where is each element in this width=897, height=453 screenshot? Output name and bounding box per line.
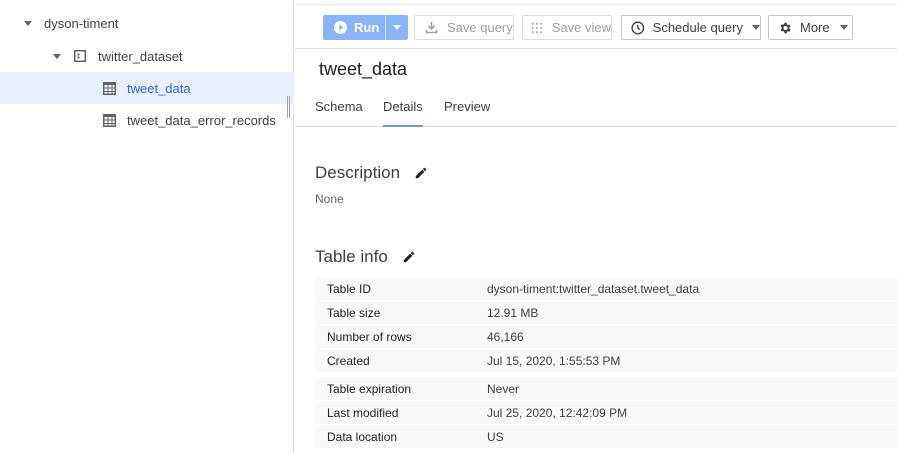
info-value: Jul 15, 2020, 1:55:53 PM [487, 353, 621, 368]
tab-schema[interactable]: Schema [315, 99, 363, 127]
tree-item-dataset[interactable]: twitter_dataset [0, 40, 294, 72]
table-row: Table size 12.91 MB [315, 301, 897, 325]
save-query-button[interactable]: Save query [414, 15, 514, 40]
info-key: Table ID [327, 281, 372, 296]
dataset-label: twitter_dataset [98, 48, 183, 64]
explorer-panel: dyson-timent twitter_dataset tweet_data … [0, 0, 294, 453]
gear-icon [780, 22, 791, 33]
schedule-query-button[interactable]: Schedule query [621, 15, 761, 40]
info-key: Number of rows [327, 329, 412, 344]
more-label: More [800, 20, 830, 35]
clock-icon [631, 21, 645, 34]
info-value: dyson-timent:twitter_dataset.tweet_data [487, 281, 700, 296]
info-value: Jul 25, 2020, 12:42:09 PM [487, 405, 628, 420]
query-toolbar: Run Save query Save view Schedule query [295, 0, 897, 49]
run-options-chevron-icon[interactable] [393, 25, 401, 30]
tree-item-project[interactable]: dyson-timent [0, 7, 294, 39]
save-query-label: Save query [447, 20, 513, 35]
button-divider [385, 15, 386, 40]
download-icon [425, 22, 438, 34]
tab-details[interactable]: Details [383, 99, 423, 127]
save-view-label: Save view [551, 20, 611, 35]
description-heading: Description [315, 163, 401, 182]
project-label: dyson-timent [44, 15, 119, 31]
page-title: tweet_data [319, 59, 408, 79]
play-icon [334, 21, 347, 34]
tree-item-table-error-records[interactable]: tweet_data_error_records [0, 104, 294, 136]
info-key: Created [327, 353, 370, 368]
table-row: Number of rows 46,166 [315, 325, 897, 349]
table-row: Table ID dyson-timent:twitter_dataset.tw… [315, 277, 897, 301]
table-info-heading: Table info [315, 247, 388, 266]
info-key: Data location [327, 429, 398, 444]
info-value: 12.91 MB [487, 305, 539, 320]
more-button[interactable]: More [768, 15, 853, 40]
tab-preview[interactable]: Preview [444, 99, 490, 127]
toolbar-divider [295, 0, 897, 5]
description-value: None [315, 192, 344, 206]
info-value: Never [487, 381, 520, 396]
table-details-panel: tweet_data Schema Details Preview Descri… [295, 49, 897, 453]
table-label: tweet_data [127, 80, 191, 96]
tree-item-table-tweet-data[interactable]: tweet_data [0, 72, 294, 104]
grid-dots-icon [531, 22, 542, 33]
info-value: 46,166 [487, 329, 524, 344]
table-icon [103, 113, 116, 127]
chevron-down-icon [752, 25, 760, 30]
table-row: Data location US [315, 425, 897, 449]
info-key: Table expiration [327, 381, 412, 396]
table-label: tweet_data_error_records [127, 112, 276, 128]
info-value: US [487, 429, 504, 444]
table-row: Created Jul 15, 2020, 1:55:53 PM [315, 349, 897, 373]
edit-pencil-icon[interactable] [402, 250, 416, 264]
schedule-query-label: Schedule query [652, 20, 743, 35]
chevron-down-icon[interactable] [24, 20, 32, 26]
details-tabs: Schema Details Preview [295, 99, 897, 127]
table-icon [103, 81, 116, 95]
chevron-down-icon [839, 25, 848, 30]
table-row: Last modified Jul 25, 2020, 12:42:09 PM [315, 401, 897, 425]
info-key: Last modified [327, 405, 399, 420]
edit-pencil-icon[interactable] [414, 166, 428, 180]
run-button[interactable]: Run [323, 15, 408, 40]
run-label: Run [354, 20, 380, 35]
table-info-section: Table info [315, 247, 416, 267]
description-section: Description [315, 163, 428, 183]
panel-resize-handle[interactable] [287, 96, 290, 118]
chevron-down-icon[interactable] [53, 53, 61, 59]
table-row: Table expiration Never [315, 377, 897, 401]
info-key: Table size [327, 305, 381, 320]
dataset-icon [74, 50, 86, 62]
save-view-button[interactable]: Save view [522, 15, 612, 40]
